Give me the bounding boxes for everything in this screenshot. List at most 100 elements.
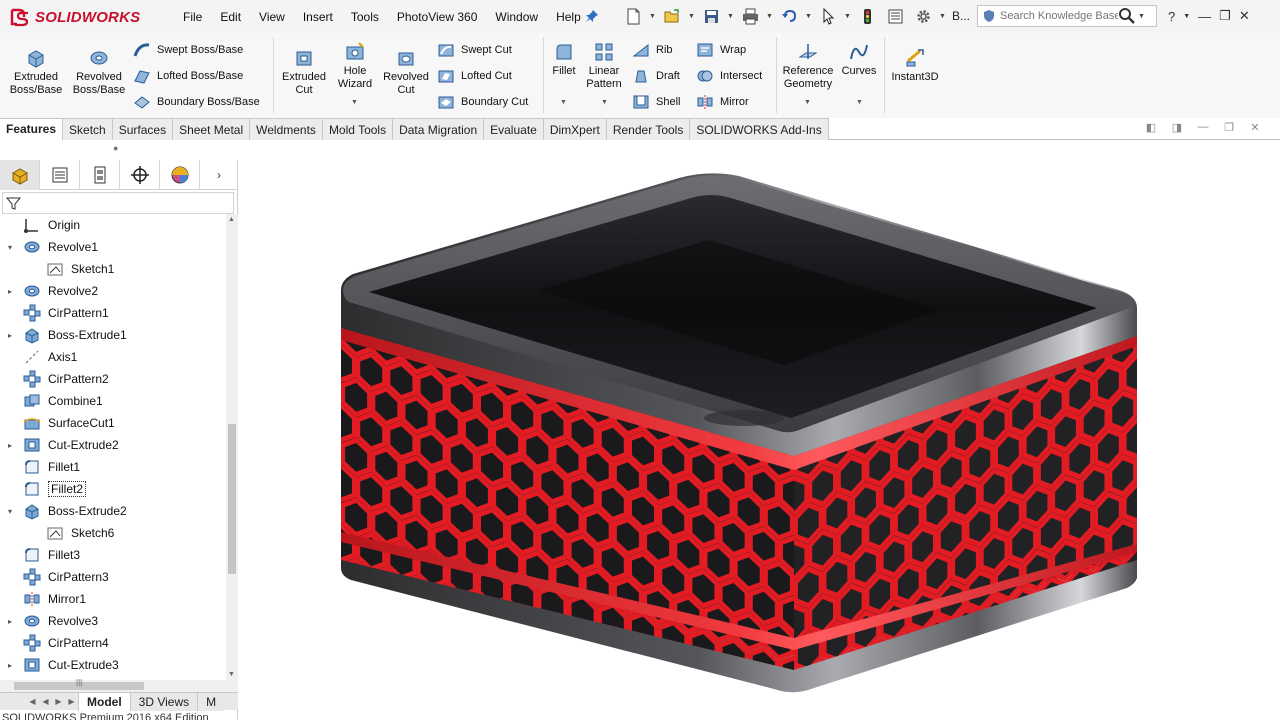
first-tab-arrow[interactable]: ◀ (26, 697, 39, 706)
save-button[interactable] (698, 5, 724, 27)
menu-edit[interactable]: Edit (211, 10, 250, 24)
undo-button[interactable] (776, 5, 802, 27)
print-button[interactable] (737, 5, 763, 27)
reference-geometry-button[interactable]: Reference Geometry (780, 41, 836, 91)
hole-wizard-dropdown-arrow[interactable]: ▼ (351, 99, 358, 106)
scroll-up-arrow[interactable]: ▲ (228, 216, 235, 223)
tree-item[interactable]: ▸ Revolve3 (0, 610, 226, 632)
configurationmanager-tab[interactable] (80, 160, 120, 190)
truncated-toolbar-label[interactable]: B... (952, 9, 970, 23)
print-dropdown-arrow[interactable]: ▼ (765, 5, 774, 27)
propertymanager-tab[interactable] (40, 160, 80, 190)
graphics-area[interactable] (239, 140, 1280, 720)
tab-render-tools[interactable]: Render Tools (606, 118, 691, 140)
curves-button[interactable]: Curves (840, 41, 878, 78)
tree-horizontal-scrollbar[interactable]: ||| (0, 678, 238, 692)
revolved-cut-button[interactable]: Revolved Cut (380, 47, 432, 97)
shell-button[interactable]: Shell (632, 92, 680, 112)
tree-item[interactable]: ▸ Cut-Extrude3 (0, 654, 226, 676)
tree-item[interactable]: Combine1 (0, 390, 226, 412)
new-dropdown-arrow[interactable]: ▼ (648, 5, 657, 27)
fillet-button[interactable]: Fillet (548, 41, 580, 78)
hole-wizard-button[interactable]: Hole Wizard (332, 41, 378, 91)
tree-item[interactable]: SurfaceCut1 (0, 412, 226, 434)
viewport-close-icon[interactable]: ✕ (1248, 121, 1262, 134)
tab-surfaces[interactable]: Surfaces (112, 118, 174, 140)
dimxpertmanager-tab[interactable] (120, 160, 160, 190)
tab-sheet-metal[interactable]: Sheet Metal (173, 118, 251, 140)
more-tabs-arrow[interactable]: › (200, 160, 238, 190)
previous-view-icon[interactable]: ◧ (1144, 121, 1158, 134)
tree-filter[interactable] (2, 192, 234, 214)
tab-addins[interactable]: SOLIDWORKS Add-Ins (690, 118, 829, 140)
menu-tools[interactable]: Tools (342, 10, 388, 24)
expand-arrow-icon[interactable]: ▸ (5, 617, 15, 626)
tab-evaluate[interactable]: Evaluate (484, 118, 544, 140)
help-icon[interactable]: ? (1168, 9, 1175, 24)
menu-insert[interactable]: Insert (294, 10, 342, 24)
tree-item[interactable]: Sketch1 (0, 258, 226, 280)
intersect-button[interactable]: Intersect (696, 66, 762, 86)
tree-item[interactable]: Axis1 (0, 346, 226, 368)
rebuild-button[interactable] (854, 5, 880, 27)
options-dropdown-arrow[interactable]: ▼ (938, 5, 947, 27)
tree-item[interactable]: CirPattern3 (0, 566, 226, 588)
wrap-button[interactable]: Wrap (696, 40, 746, 60)
search-dropdown-arrow[interactable]: ▼ (1138, 13, 1145, 20)
tab-model[interactable]: Model (78, 692, 130, 711)
scroll-down-arrow[interactable]: ▼ (228, 671, 235, 678)
menu-window[interactable]: Window (486, 10, 547, 24)
tab-3d-views[interactable]: 3D Views (129, 692, 198, 711)
tree-item[interactable]: Origin (0, 214, 226, 236)
viewport-minimize-icon[interactable]: — (1196, 121, 1210, 134)
open-button[interactable] (659, 5, 685, 27)
lofted-boss-button[interactable]: Lofted Boss/Base (133, 66, 243, 86)
curves-dropdown-arrow[interactable]: ▼ (856, 99, 863, 106)
boundary-cut-button[interactable]: Boundary Cut (437, 92, 528, 112)
open-dropdown-arrow[interactable]: ▼ (687, 5, 696, 27)
tree-vertical-scrollbar[interactable]: ▲ ▼ (226, 214, 238, 680)
prev-tab-arrow[interactable]: ◀ (39, 697, 52, 706)
tree-item[interactable]: Fillet3 (0, 544, 226, 566)
tree-item[interactable]: CirPattern2 (0, 368, 226, 390)
new-document-button[interactable] (620, 5, 646, 27)
tab-weldments[interactable]: Weldments (250, 118, 323, 140)
tab-features[interactable]: Features (0, 118, 64, 140)
next-view-icon[interactable]: ◨ (1170, 121, 1184, 134)
model-render[interactable] (239, 140, 1280, 720)
tab-mold-tools[interactable]: Mold Tools (322, 118, 394, 140)
search-icon[interactable] (1118, 7, 1136, 25)
select-dropdown-arrow[interactable]: ▼ (843, 5, 852, 27)
tree-item[interactable]: ▾ Revolve1 (0, 236, 226, 258)
tree-item[interactable]: ▾ Boss-Extrude2 (0, 500, 226, 522)
tab-data-migration[interactable]: Data Migration (393, 118, 485, 140)
expand-arrow-icon[interactable]: ▸ (5, 441, 15, 450)
pin-menu-icon[interactable] (585, 9, 599, 23)
save-dropdown-arrow[interactable]: ▼ (726, 5, 735, 27)
restore-icon[interactable]: ❐ (1219, 8, 1231, 24)
mirror-button[interactable]: Mirror (696, 92, 749, 112)
collapse-arrow-icon[interactable]: ▾ (5, 243, 15, 252)
tree-item[interactable]: Sketch6 (0, 522, 226, 544)
close-icon[interactable]: ✕ (1239, 8, 1250, 24)
options-button[interactable] (910, 5, 936, 27)
undo-dropdown-arrow[interactable]: ▼ (804, 5, 813, 27)
solidworks-logo[interactable]: SOLIDWORKS (8, 4, 140, 30)
menu-file[interactable]: File (174, 10, 211, 24)
next-tab-arrow[interactable]: ▶ (52, 697, 65, 706)
menu-help[interactable]: Help (547, 10, 590, 24)
menu-view[interactable]: View (250, 10, 294, 24)
tree-item[interactable]: CirPattern4 (0, 632, 226, 654)
tree-item[interactable]: ▸ Boss-Extrude1 (0, 324, 226, 346)
instant3d-button[interactable]: Instant3D (888, 47, 942, 84)
minimize-icon[interactable]: — (1198, 9, 1211, 24)
swept-boss-button[interactable]: Swept Boss/Base (133, 40, 243, 60)
extruded-cut-button[interactable]: Extruded Cut (278, 47, 330, 97)
featuremanager-tab[interactable] (0, 160, 40, 190)
help-dropdown-arrow[interactable]: ▼ (1183, 13, 1190, 20)
rib-button[interactable]: Rib (632, 40, 673, 60)
tree-item[interactable]: Mirror1 (0, 588, 226, 610)
select-button[interactable] (815, 5, 841, 27)
tree-item[interactable]: ▸ Cut-Extrude2 (0, 434, 226, 456)
draft-button[interactable]: Draft (632, 66, 680, 86)
